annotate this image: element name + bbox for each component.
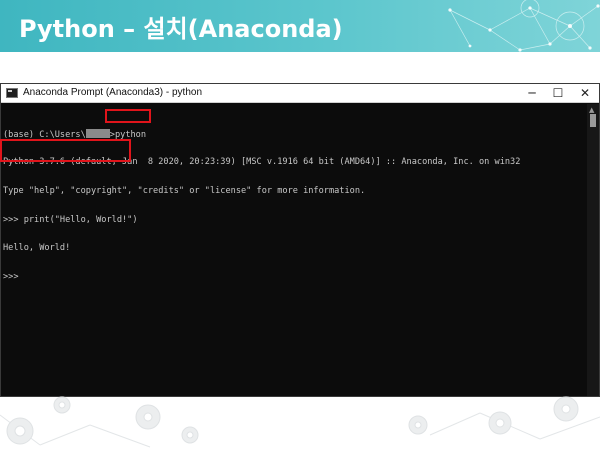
slide-title: Python – 설치(Anaconda) (19, 15, 343, 43)
window-titlebar[interactable]: Anaconda Prompt (Anaconda3) - python ─ ☐… (1, 84, 599, 103)
console-window: Anaconda Prompt (Anaconda3) - python ─ ☐… (0, 83, 600, 397)
slide-header: Python – 설치(Anaconda) (0, 0, 600, 52)
network-decoration (448, 0, 600, 52)
terminal-icon (6, 88, 18, 98)
scroll-up-arrow-icon[interactable]: ▲ (589, 106, 594, 114)
console-line-command: (base) C:\Users\ >python (3, 129, 588, 141)
console-line-help: Type "help", "copyright", "credits" or "… (3, 185, 366, 196)
scroll-thumb[interactable] (590, 114, 596, 127)
console-line-output: Hello, World! (3, 243, 71, 254)
minimize-button[interactable]: ─ (519, 84, 545, 102)
console-line-print: >>> print("Hello, World!") (3, 214, 138, 225)
vertical-scrollbar[interactable]: ▲ (587, 104, 599, 396)
close-button[interactable]: ✕ (572, 84, 598, 102)
redacted-username (85, 129, 110, 139)
prompt-prefix: (base) C:\Users\ (3, 130, 86, 141)
console-line-prompt: >>> (3, 272, 19, 283)
console-line-version: Python 3.7.6 (default, Jan 8 2020, 20:23… (3, 156, 521, 167)
gear-decoration (0, 396, 600, 448)
console-output[interactable]: (base) C:\Users\ >python Python 3.7.6 (de… (3, 110, 588, 396)
window-title: Anaconda Prompt (Anaconda3) - python (23, 87, 202, 98)
maximize-button[interactable]: ☐ (545, 84, 571, 102)
python-command: >python (109, 130, 147, 141)
